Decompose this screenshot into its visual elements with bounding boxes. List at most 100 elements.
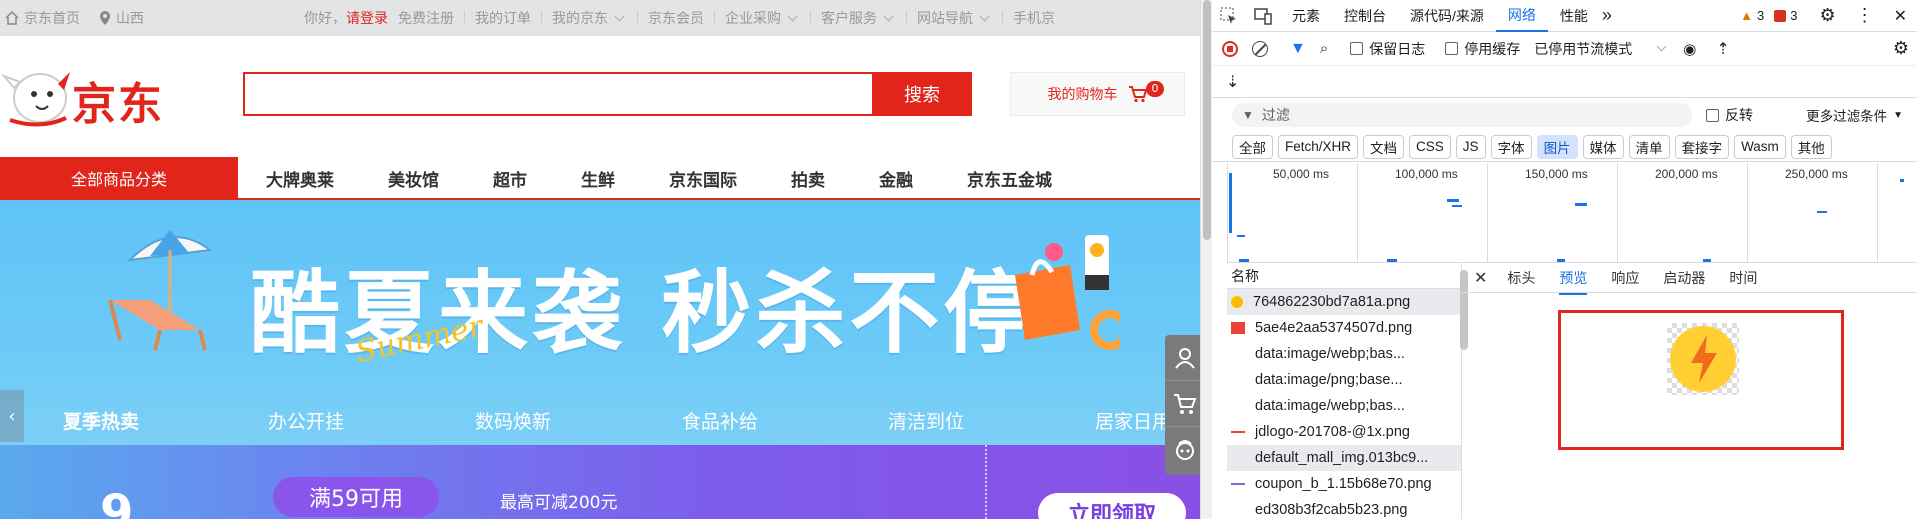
chip-wasm[interactable]: Wasm — [1734, 134, 1786, 159]
throttle-label: 已停用节流模式 — [1534, 40, 1633, 57]
nav-item-fresh[interactable]: 生鲜 — [581, 166, 615, 191]
search-button[interactable]: 搜索 — [872, 72, 972, 116]
nav-item-outlet[interactable]: 大牌奥莱 — [266, 166, 334, 191]
chip-img[interactable]: 图片 — [1536, 134, 1578, 159]
request-row[interactable]: ed308b3f2cab5b23.png — [1227, 497, 1461, 519]
export-har-icon[interactable]: ⇣ — [1226, 72, 1239, 92]
banner-prev-button[interactable]: ‹ — [0, 390, 24, 442]
chip-other[interactable]: 其他 — [1790, 134, 1832, 159]
request-row[interactable]: coupon_b_1.15b68e70.png — [1227, 471, 1461, 497]
chip-all[interactable]: 全部 — [1232, 134, 1273, 159]
banner-tab-summer[interactable]: 夏季热卖 — [63, 407, 139, 434]
tab-elements[interactable]: 元素 — [1280, 0, 1332, 32]
location-label: 山西 — [116, 11, 144, 27]
chip-manifest[interactable]: 清单 — [1628, 134, 1670, 159]
import-har-icon[interactable]: ⇡ — [1716, 39, 1729, 59]
page-scrollbar-thumb[interactable] — [1203, 0, 1211, 240]
network-timeline-overview[interactable]: 50,000 ms 100,000 ms 150,000 ms 200,000 … — [1227, 163, 1917, 263]
request-row[interactable]: data:image/webp;bas... — [1227, 341, 1461, 367]
coupon-divider — [985, 445, 987, 519]
chip-js[interactable]: JS — [1455, 134, 1486, 159]
network-settings-gear-icon[interactable]: ⚙ — [1893, 38, 1909, 59]
customer-service-link[interactable]: 客户服务 — [821, 8, 877, 28]
jd-logo[interactable]: 京东 — [0, 60, 170, 130]
filter-input[interactable]: ▼ 过滤 — [1232, 103, 1692, 127]
request-row[interactable]: 5ae4e2aa5374507d.png — [1227, 315, 1461, 341]
request-row[interactable]: jdlogo-201708-@1x.png — [1227, 419, 1461, 445]
banner-tab-digital[interactable]: 数码焕新 — [475, 407, 551, 434]
banner-tab-office[interactable]: 办公开挂 — [268, 407, 344, 434]
chip-media[interactable]: 媒体 — [1582, 134, 1624, 159]
promo-banner[interactable]: 酷夏来袭 秒杀不停 Summer 夏季热卖 办公开挂 数码焕新 食品补给 清洁到… — [0, 200, 1200, 445]
detail-tab-initiator[interactable]: 启动器 — [1663, 268, 1705, 288]
chip-fetch-xhr[interactable]: Fetch/XHR — [1278, 134, 1359, 159]
tab-sources[interactable]: 源代码/来源 — [1398, 0, 1496, 32]
home-link[interactable]: 京东首页 — [4, 8, 80, 28]
enterprise-link[interactable]: 企业采购 — [725, 8, 781, 28]
more-tabs-icon[interactable]: » — [1602, 5, 1612, 26]
page-scrollbar[interactable] — [1200, 0, 1212, 519]
banner-tab-home[interactable]: 居家日用 — [1095, 407, 1171, 434]
close-detail-icon[interactable]: ✕ — [1474, 268, 1487, 287]
chip-doc[interactable]: 文档 — [1363, 134, 1405, 159]
request-row[interactable]: data:image/webp;bas... — [1227, 393, 1461, 419]
more-filters-label: 更多过滤条件 — [1806, 109, 1888, 124]
throttle-select[interactable]: 已停用节流模式 — [1534, 39, 1669, 59]
location-selector[interactable]: 山西 — [98, 8, 144, 28]
tab-network[interactable]: 网络 — [1495, 0, 1548, 32]
banner-tab-cleaning[interactable]: 清洁到位 — [888, 407, 964, 434]
cart-button[interactable]: 我的购物车 0 — [1010, 72, 1185, 116]
clear-icon[interactable] — [1252, 40, 1268, 57]
claim-coupon-button[interactable]: 立即领取 — [1038, 493, 1186, 519]
detail-tab-response[interactable]: 响应 — [1611, 268, 1639, 288]
more-options-icon[interactable]: ⋮ — [1856, 5, 1874, 26]
nav-item-finance[interactable]: 金融 — [879, 166, 913, 191]
jd-member-link[interactable]: 京东会员 — [648, 8, 704, 28]
tab-console[interactable]: 控制台 — [1332, 0, 1398, 32]
device-toolbar-icon[interactable] — [1246, 0, 1280, 32]
detail-tab-headers[interactable]: 标头 — [1507, 268, 1535, 288]
search-icon[interactable]: ⌕ — [1320, 40, 1328, 57]
side-user-button[interactable] — [1165, 335, 1200, 381]
preserve-log-checkbox[interactable]: 保留日志 — [1350, 39, 1425, 59]
search-input[interactable] — [245, 74, 872, 114]
close-devtools-icon[interactable]: ✕ — [1894, 6, 1907, 26]
nav-item-auction[interactable]: 拍卖 — [791, 166, 825, 191]
my-jd-link[interactable]: 我的京东 — [552, 8, 608, 28]
mobile-jd-link[interactable]: 手机京 — [1013, 8, 1055, 28]
more-filters-dropdown[interactable]: 更多过滤条件 ▼ — [1806, 105, 1903, 125]
site-nav-link[interactable]: 网站导航 — [917, 8, 973, 28]
request-row[interactable]: default_mall_img.013bc9... — [1227, 445, 1461, 471]
warning-icon[interactable]: ▲ — [1740, 8, 1753, 23]
record-stop-icon[interactable] — [1222, 40, 1238, 57]
my-orders-link[interactable]: 我的订单 — [475, 8, 531, 28]
all-categories-button[interactable]: 全部商品分类 — [0, 157, 238, 199]
nav-item-international[interactable]: 京东国际 — [669, 166, 737, 191]
side-cart-button[interactable] — [1165, 381, 1200, 427]
invert-checkbox[interactable]: 反转 — [1706, 105, 1753, 125]
nav-item-supermarket[interactable]: 超市 — [493, 166, 527, 191]
nav-item-hardware[interactable]: 京东五金城 — [967, 166, 1052, 191]
disable-cache-checkbox[interactable]: 停用缓存 — [1445, 39, 1520, 59]
login-link[interactable]: 请登录 — [346, 8, 388, 28]
chip-font[interactable]: 字体 — [1490, 134, 1532, 159]
error-icon[interactable] — [1774, 9, 1787, 22]
banner-tab-food[interactable]: 食品补给 — [682, 407, 758, 434]
tab-performance[interactable]: 性能 — [1548, 0, 1600, 32]
request-row[interactable]: data:image/png;base... — [1227, 367, 1461, 393]
side-service-button[interactable] — [1165, 427, 1200, 473]
register-link[interactable]: 免费注册 — [398, 8, 454, 28]
filter-funnel-icon[interactable]: ▼ — [1290, 40, 1306, 58]
request-row[interactable]: 764862230bd7a81a.png — [1227, 289, 1461, 315]
chip-css[interactable]: CSS — [1409, 134, 1451, 159]
detail-tab-timing[interactable]: 时间 — [1729, 268, 1757, 288]
timeline-label: 150,000 ms — [1525, 167, 1588, 181]
inspect-element-icon[interactable] — [1212, 0, 1246, 32]
network-conditions-icon[interactable]: ◉ — [1683, 40, 1696, 58]
column-header-name[interactable]: 名称 — [1227, 263, 1461, 289]
detail-tab-preview[interactable]: 预览 — [1559, 268, 1588, 295]
settings-gear-icon[interactable]: ⚙ — [1819, 5, 1835, 26]
nav-item-beauty[interactable]: 美妆馆 — [388, 166, 439, 191]
chip-socket[interactable]: 套接字 — [1674, 134, 1730, 159]
timeline-label: 250,000 ms — [1785, 167, 1848, 181]
